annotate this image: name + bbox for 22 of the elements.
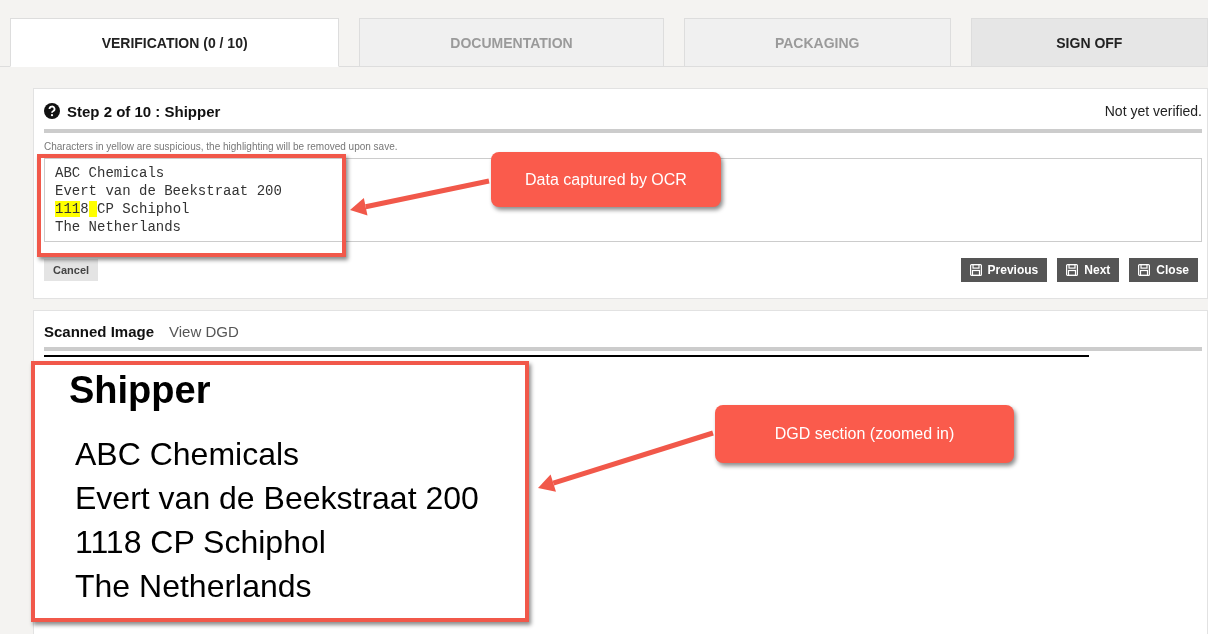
viewer-tab[interactable]: View DGD (169, 322, 239, 340)
save-button[interactable]: Close (1129, 258, 1198, 282)
document-heading: Shipper (69, 369, 212, 412)
save-button[interactable]: Previous (960, 258, 1048, 282)
tab[interactable]: SIGN OFF (970, 18, 1208, 67)
document-line: ABC Chemicals (75, 435, 300, 474)
document-line: Evert van de Beekstraat 200 (75, 479, 479, 518)
callout: DGD section (zoomed in) (715, 405, 1014, 463)
document-line: The Netherlands (75, 567, 312, 606)
callout: Data captured by OCR (491, 152, 721, 207)
save-icon (1066, 264, 1079, 276)
viewer-tab[interactable]: Scanned Image (44, 322, 155, 340)
tab[interactable]: VERIFICATION (0 / 10) (10, 18, 340, 67)
hint-text: Characters in yellow are suspicious, the highlighting will be removed upon save. (44, 141, 399, 152)
save-icon (1138, 264, 1151, 276)
document-line: 1118 CP Schiphol (75, 523, 326, 562)
step-title: Step 2 of 10 : Shipper (67, 102, 221, 120)
save-icon (969, 264, 982, 276)
cancel-button[interactable]: Cancel (44, 259, 99, 281)
help-icon (44, 103, 60, 119)
verification-status: Not yet verified. (1104, 103, 1202, 119)
save-button[interactable]: Next (1057, 258, 1120, 282)
